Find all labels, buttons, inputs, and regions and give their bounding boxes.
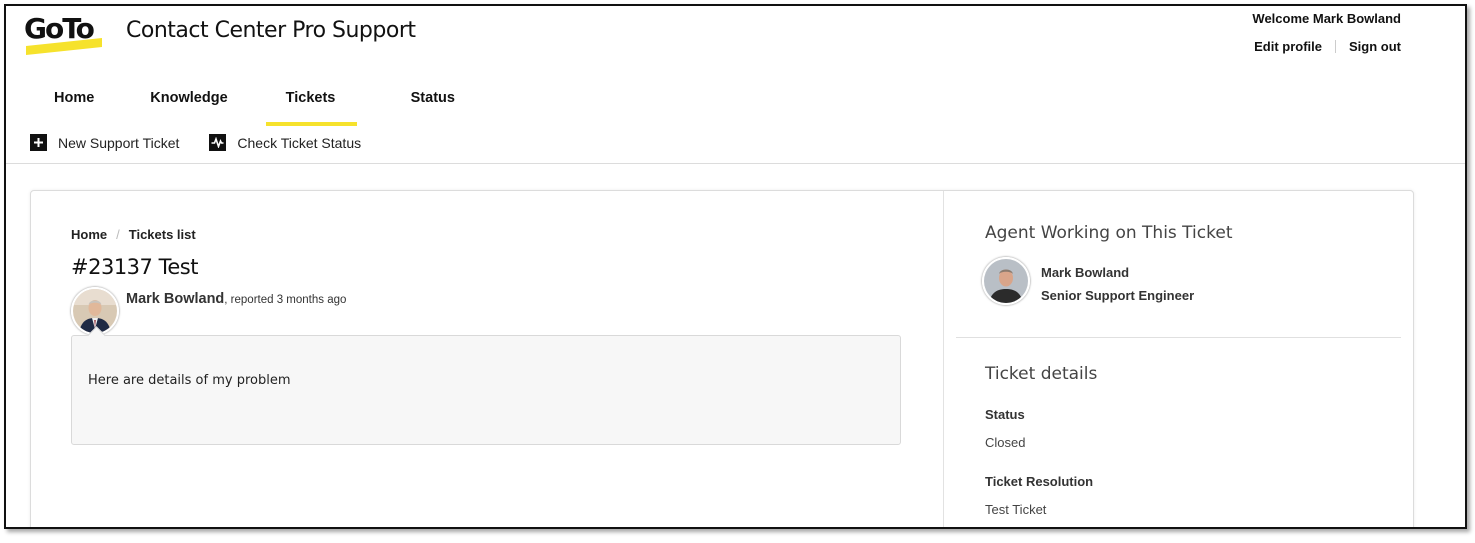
- logo-text: GoTo: [24, 12, 95, 45]
- site-title: Contact Center Pro Support: [126, 18, 416, 43]
- breadcrumb: Home / Tickets list: [71, 227, 196, 242]
- agent-heading: Agent Working on This Ticket: [985, 223, 1233, 243]
- main-nav: Home Knowledge Tickets Status: [30, 82, 479, 126]
- agent-name: Mark Bowland: [1041, 265, 1130, 280]
- check-ticket-status-button[interactable]: Check Ticket Status: [209, 134, 361, 151]
- status-label: Status: [985, 407, 1025, 422]
- plus-icon: [30, 134, 47, 151]
- ticket-comment: Here are details of my problem: [71, 335, 901, 445]
- resolution-label: Ticket Resolution: [985, 474, 1094, 489]
- agent-info: Mark Bowland Senior Support Engineer: [982, 257, 1194, 307]
- edit-profile-link[interactable]: Edit profile: [1254, 39, 1322, 54]
- breadcrumb-tickets-list[interactable]: Tickets list: [129, 227, 196, 242]
- reporter-text: Mark Bowland, reported 3 months ago: [126, 291, 346, 307]
- new-support-ticket-button[interactable]: New Support Ticket: [30, 134, 179, 151]
- breadcrumb-separator: /: [116, 227, 120, 242]
- reported-time: , reported 3 months ago: [224, 294, 347, 306]
- sidebar-divider: [956, 337, 1401, 338]
- ticket-main: Home / Tickets list #23137 Test Mark Bow…: [31, 191, 943, 527]
- nav-item-status[interactable]: Status: [357, 82, 479, 126]
- check-ticket-status-label: Check Ticket Status: [237, 134, 362, 151]
- activity-icon: [209, 134, 227, 151]
- status-value: Closed: [985, 435, 1026, 450]
- nav-item-home[interactable]: Home: [30, 82, 122, 126]
- action-bar: New Support Ticket Check Ticket Status: [30, 134, 391, 151]
- new-support-ticket-label: New Support Ticket: [58, 134, 180, 151]
- browser-frame: GoTo Contact Center Pro Support Welcome …: [4, 4, 1467, 529]
- ticket-sidebar: Agent Working on This Ticket Mark Bowlan…: [943, 191, 1413, 527]
- nav-item-tickets[interactable]: Tickets: [265, 82, 357, 126]
- reporter-info: Mark Bowland, reported 3 months ago: [71, 287, 346, 335]
- ticket-title: #23137 Test: [71, 255, 198, 279]
- agent-title: Senior Support Engineer: [1041, 288, 1195, 303]
- sign-out-link[interactable]: Sign out: [1349, 39, 1401, 54]
- welcome-text: Welcome Mark Bowland: [1252, 11, 1401, 26]
- reporter-name[interactable]: Mark Bowland: [126, 291, 224, 307]
- link-divider: [1335, 40, 1336, 53]
- resolution-value: Test Ticket: [985, 502, 1047, 517]
- agent-text: Mark Bowland Senior Support Engineer: [1041, 261, 1194, 307]
- header-divider: [6, 163, 1465, 164]
- ticket-card: Home / Tickets list #23137 Test Mark Bow…: [30, 190, 1414, 527]
- comment-text: Here are details of my problem: [88, 373, 291, 388]
- agent-avatar: [982, 257, 1030, 305]
- user-links: Edit profile Sign out: [1254, 39, 1401, 54]
- goto-logo[interactable]: GoTo: [24, 12, 104, 56]
- details-heading: Ticket details: [985, 364, 1098, 384]
- nav-item-knowledge[interactable]: Knowledge: [122, 82, 265, 126]
- breadcrumb-home[interactable]: Home: [71, 227, 107, 242]
